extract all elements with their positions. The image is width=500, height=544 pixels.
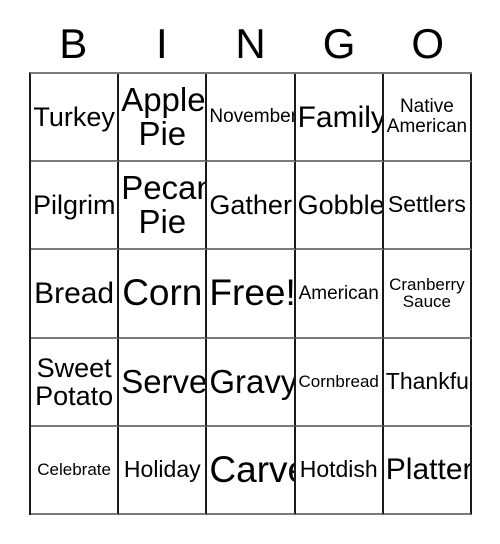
bingo-cell-label: Gather bbox=[209, 190, 292, 221]
bingo-cell-label: Gravy bbox=[209, 362, 296, 400]
bingo-cell-label: Thankful bbox=[385, 367, 472, 394]
bingo-header-letter-o: O bbox=[411, 20, 444, 67]
bingo-cell[interactable]: Holiday bbox=[119, 426, 208, 515]
bingo-cell-label: Cranberry Sauce bbox=[389, 274, 465, 312]
bingo-cell[interactable]: Settlers bbox=[383, 162, 472, 251]
bingo-cell[interactable]: Sweet Potato bbox=[31, 338, 120, 427]
bingo-cell[interactable]: Carve bbox=[207, 426, 296, 515]
bingo-cell[interactable]: Apple Pie bbox=[119, 74, 208, 163]
bingo-cell[interactable]: Celebrate bbox=[31, 426, 120, 515]
bingo-cell-label: Pilgrim bbox=[33, 190, 116, 221]
bingo-cell-label: Apple Pie bbox=[121, 80, 206, 153]
bingo-cell[interactable]: Serve bbox=[119, 338, 208, 427]
bingo-header-letter-i: I bbox=[156, 20, 168, 67]
bingo-cell-label: Free! bbox=[209, 272, 296, 314]
bingo-cell-label: Cornbread bbox=[298, 371, 379, 391]
bingo-cell[interactable]: Family bbox=[295, 74, 384, 163]
bingo-cell[interactable]: Cranberry Sauce bbox=[383, 250, 472, 339]
bingo-cell[interactable]: November bbox=[207, 74, 296, 163]
bingo-header-row: B I N G O bbox=[29, 16, 472, 72]
bingo-cell-label: Native American bbox=[386, 96, 468, 138]
bingo-cell-label: Serve bbox=[121, 362, 208, 400]
bingo-cell-label: Carve bbox=[209, 448, 293, 490]
bingo-grid: Turkey Apple Pie November Family Native Amer… bbox=[29, 72, 472, 515]
bingo-cell[interactable]: Gobble bbox=[295, 162, 384, 251]
bingo-cell-label: Platter bbox=[385, 453, 472, 487]
bingo-cell-label: Turkey bbox=[33, 102, 115, 133]
bingo-cell-label: Bread bbox=[34, 276, 115, 310]
bingo-cell[interactable]: Gather bbox=[207, 162, 296, 251]
bingo-cell-label: Settlers bbox=[387, 191, 466, 218]
bingo-header-letter-n: N bbox=[235, 20, 266, 67]
bingo-cell-label: November bbox=[209, 106, 296, 128]
bingo-cell[interactable]: Bread bbox=[31, 250, 120, 339]
bingo-cell[interactable]: Native American bbox=[383, 74, 472, 163]
bingo-cell-label: Hotdish bbox=[299, 455, 378, 482]
bingo-cell[interactable]: American bbox=[295, 250, 384, 339]
bingo-cell[interactable]: Corn bbox=[119, 250, 208, 339]
bingo-cell-label: Holiday bbox=[123, 455, 201, 482]
bingo-cell[interactable]: Hotdish bbox=[295, 426, 384, 515]
bingo-cell-label: Gobble bbox=[297, 190, 384, 221]
bingo-header-letter-b: B bbox=[59, 20, 88, 67]
bingo-cell-label: Corn bbox=[122, 272, 203, 314]
bingo-cell[interactable]: Thankful bbox=[383, 338, 472, 427]
bingo-cell-label: Pecan Pie bbox=[121, 168, 208, 241]
bingo-card: B I N G O Turkey Apple Pie November Family N… bbox=[0, 0, 500, 544]
bingo-cell-label: American bbox=[298, 282, 379, 304]
bingo-cell[interactable]: Cornbread bbox=[295, 338, 384, 427]
bingo-cell[interactable]: Pecan Pie bbox=[119, 162, 208, 251]
bingo-cell-label: Sweet Potato bbox=[35, 352, 114, 411]
bingo-cell[interactable]: Pilgrim bbox=[31, 162, 120, 251]
bingo-cell-label: Family bbox=[297, 100, 384, 134]
bingo-cell[interactable]: Platter bbox=[383, 426, 472, 515]
bingo-cell[interactable]: Gravy bbox=[207, 338, 296, 427]
bingo-header-letter-g: G bbox=[322, 20, 356, 67]
bingo-cell-label: Celebrate bbox=[37, 460, 111, 480]
bingo-cell[interactable]: Turkey bbox=[31, 74, 120, 163]
bingo-free-space[interactable]: Free! bbox=[207, 250, 296, 339]
